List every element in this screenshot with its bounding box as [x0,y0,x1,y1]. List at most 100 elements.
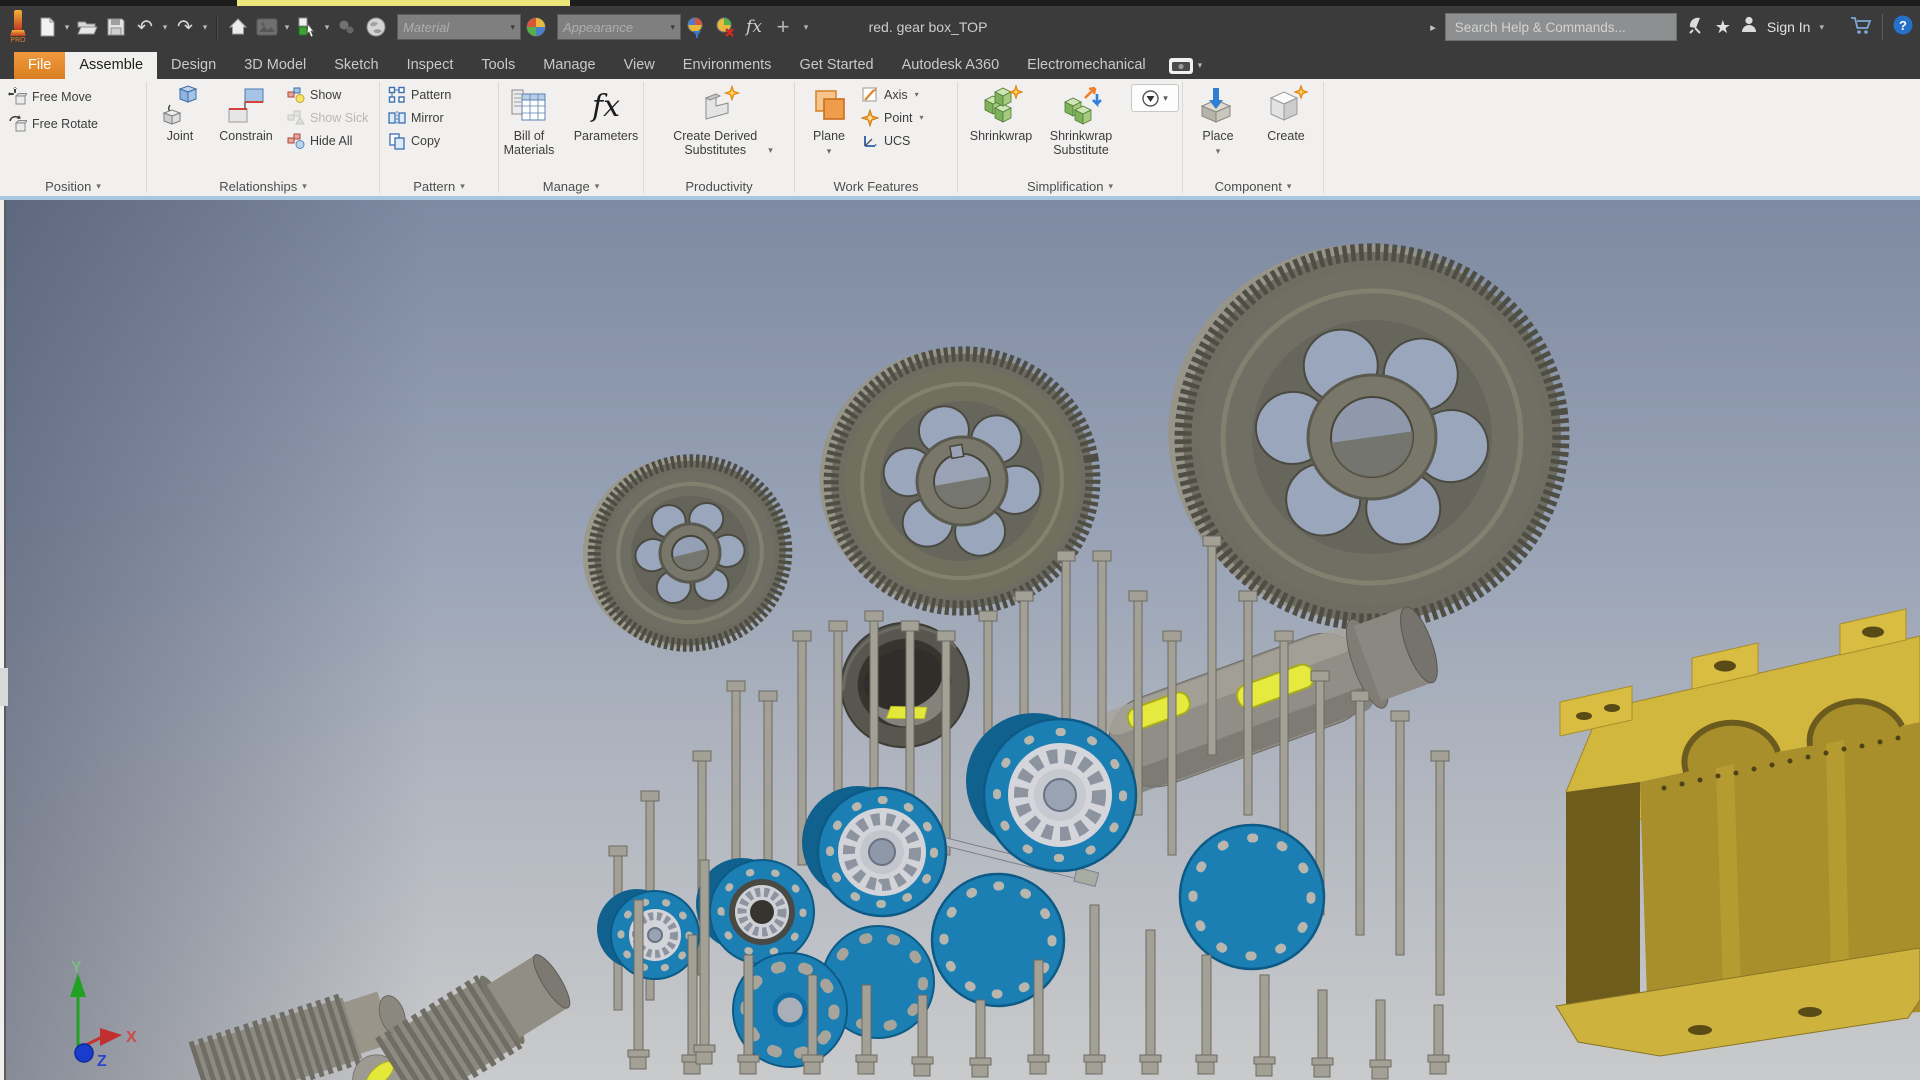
tab-view[interactable]: View [610,52,669,79]
favorites-star-icon[interactable]: ★ [1715,17,1731,38]
panel-label-pattern[interactable]: Pattern ▾ [380,176,498,196]
panel-label-position[interactable]: Position ▾ [0,176,146,196]
render-dropdown-icon[interactable]: ▾ [282,12,292,42]
shrinkwrap-substitute-button[interactable]: Shrinkwrap Substitute [1039,82,1123,158]
parameters-fx-icon[interactable]: fx [740,12,768,42]
panel-label-component[interactable]: Component ▾ [1183,176,1323,196]
model-viewport[interactable]: Y X Z [0,200,1920,1080]
tab-design[interactable]: Design [157,52,230,79]
tab-3d-model[interactable]: 3D Model [230,52,320,79]
panel-label-manage[interactable]: Manage ▾ [499,176,643,196]
render-image-icon[interactable] [253,12,281,42]
mirror-button[interactable]: Mirror [385,108,447,127]
cover-disc-mid[interactable] [930,872,1066,1008]
ucs-button[interactable]: UCS [858,131,927,150]
app-store-cart-icon[interactable] [1849,14,1873,41]
a360-images-dropdown-icon[interactable]: ▾ [1198,60,1203,71]
panel-label-simplification[interactable]: Simplification ▾ [958,176,1182,196]
tab-file[interactable]: File [14,52,66,79]
create-derived-substitutes-button[interactable]: Create Derived Substitutes ▾ [659,82,779,158]
shrinkwrap-button[interactable]: Shrinkwrap [963,82,1039,144]
panel-label-productivity[interactable]: Productivity [644,176,794,196]
mirror-icon [388,110,406,125]
material-ball-icon[interactable] [362,12,390,42]
viewport-canvas[interactable]: Y X Z [0,200,1920,1080]
adjust-appearance-icon[interactable] [682,12,710,42]
appearance-ball-icon[interactable] [522,12,550,42]
appearance-combo-arrow-icon[interactable]: ▾ [670,22,675,33]
place-dropdown-icon[interactable]: ▾ [1216,144,1221,158]
create-derived-substitutes-icon [696,83,742,129]
undo-dropdown-icon[interactable]: ▾ [160,12,170,42]
tab-tools[interactable]: Tools [467,52,529,79]
measure-icon[interactable] [333,12,361,42]
tab-assemble[interactable]: Assemble [65,52,158,79]
place-button[interactable]: Place ▾ [1190,82,1246,159]
free-move-label: Free Move [32,89,92,104]
filter-dropdown-icon[interactable]: ▾ [1163,93,1168,104]
free-move-icon [8,87,27,105]
search-input[interactable] [1452,18,1669,36]
home-view-icon[interactable] [224,12,252,42]
mirror-label: Mirror [411,110,444,125]
new-file-icon[interactable] [33,12,61,42]
bill-of-materials-button[interactable]: Bill of Materials [498,82,560,158]
customize-toolbar-icon[interactable]: ▾ [798,12,814,42]
material-combo[interactable]: Material ▾ [397,14,521,40]
point-dropdown-icon[interactable]: ▾ [920,113,924,122]
tab-manage[interactable]: Manage [529,52,609,79]
user-icon[interactable] [1740,15,1758,40]
panel-label-relationships[interactable]: Relationships ▾ [147,176,379,196]
tab-get-started[interactable]: Get Started [785,52,887,79]
simplification-filter-button[interactable]: ▾ [1131,84,1179,112]
create-derived-dropdown-icon[interactable]: ▾ [768,143,773,157]
appearance-combo[interactable]: Appearance ▾ [557,14,681,40]
a360-images-button[interactable]: ▾ [1168,52,1203,79]
show-button[interactable]: Show [284,85,371,104]
tab-autodesk-a360[interactable]: Autodesk A360 [888,52,1014,79]
axis-dropdown-icon[interactable]: ▾ [915,90,919,99]
browser-panel-strip[interactable] [0,200,4,1080]
panel-label-work-features[interactable]: Work Features [795,176,957,196]
clear-appearance-icon[interactable] [711,12,739,42]
sign-in-button[interactable]: Sign In [1767,19,1811,35]
free-rotate-button[interactable]: Free Rotate [5,114,101,133]
point-button[interactable]: Point ▾ [858,108,927,127]
open-icon[interactable] [73,12,101,42]
show-sick-button[interactable]: Show Sick [284,108,371,127]
cover-disc-right[interactable] [1178,823,1326,971]
ucs-label: UCS [884,133,911,148]
undo-icon[interactable]: ↶ [131,12,159,42]
create-button[interactable]: Create [1256,82,1316,144]
tab-electromechanical[interactable]: Electromechanical [1013,52,1159,79]
joint-button[interactable]: Joint [152,82,208,144]
save-icon[interactable] [102,12,130,42]
copy-button[interactable]: Copy [385,131,443,150]
plane-dropdown-icon[interactable]: ▾ [827,144,832,158]
free-move-button[interactable]: Free Move [5,87,95,106]
search-expand-arrow-icon[interactable]: ▸ [1430,21,1436,34]
add-qat-plus-icon[interactable]: + [769,12,797,42]
browser-expand-handle[interactable] [0,668,8,706]
tab-sketch[interactable]: Sketch [320,52,392,79]
sign-in-dropdown-icon[interactable]: ▾ [1819,22,1824,33]
hide-all-button[interactable]: Hide All [284,131,371,150]
pattern-button[interactable]: Pattern [385,85,454,104]
new-file-dropdown-icon[interactable]: ▾ [62,12,72,42]
tab-inspect[interactable]: Inspect [393,52,468,79]
axis-icon [862,86,877,101]
communication-center-icon[interactable] [1686,15,1706,40]
component-select-icon[interactable] [293,12,321,42]
redo-dropdown-icon[interactable]: ▾ [200,12,210,42]
inventor-logo-icon[interactable]: PRO [4,10,32,44]
axis-button[interactable]: Axis ▾ [858,85,927,104]
tab-environments[interactable]: Environments [669,52,786,79]
parameters-button[interactable]: fx Parameters [568,82,644,144]
redo-icon[interactable]: ↷ [171,12,199,42]
select-dropdown-icon[interactable]: ▾ [322,12,332,42]
search-box[interactable] [1444,13,1677,41]
constrain-button[interactable]: Constrain [208,82,284,144]
plane-button[interactable]: Plane ▾ [800,82,858,159]
help-icon[interactable]: ? [1892,14,1914,41]
material-combo-arrow-icon[interactable]: ▾ [510,22,515,33]
